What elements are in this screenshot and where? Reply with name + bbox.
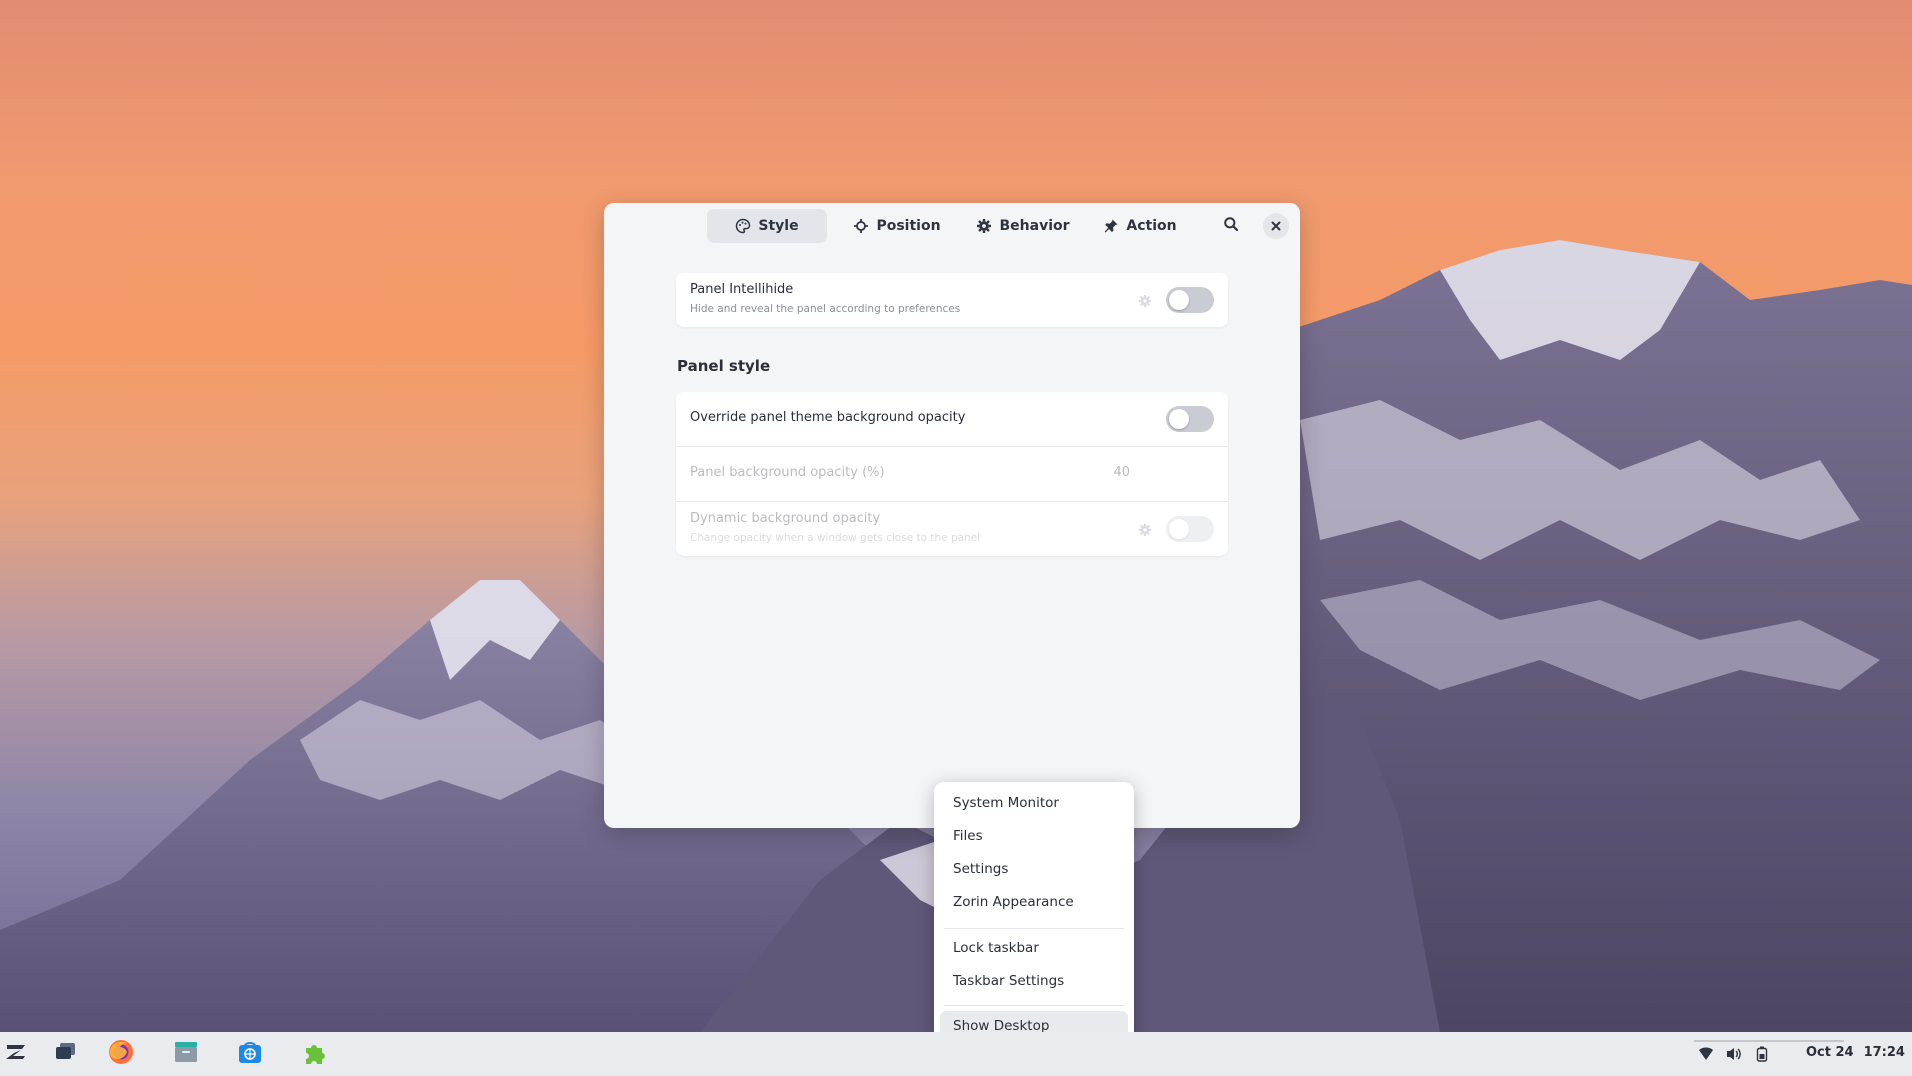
battery-icon[interactable] — [1752, 1044, 1772, 1064]
taskbar: Oct 24 17:24 — [0, 1032, 1912, 1076]
volume-icon[interactable] — [1724, 1044, 1744, 1064]
bg-opacity-row: Panel background opacity (%) 40 — [676, 447, 1228, 502]
firefox-icon — [107, 1038, 135, 1070]
firefox-button[interactable] — [105, 1038, 137, 1070]
taskbar-context-menu: System Monitor Files Settings Zorin Appe… — [934, 782, 1134, 1052]
tab-action[interactable]: Action — [1090, 209, 1190, 243]
workspaces-button[interactable] — [50, 1038, 82, 1070]
extensions-button[interactable] — [298, 1038, 330, 1070]
gear-icon — [976, 218, 992, 234]
files-button[interactable] — [170, 1038, 202, 1070]
menu-item-settings[interactable]: Settings — [940, 854, 1128, 884]
tab-style[interactable]: Style — [707, 209, 827, 243]
tray-indicator-line — [1694, 1040, 1844, 1042]
tab-bar: Style Position Behavior Action — [604, 203, 1300, 247]
intellihide-toggle[interactable] — [1166, 287, 1214, 313]
software-store-button[interactable] — [234, 1038, 266, 1070]
tab-behavior[interactable]: Behavior — [967, 209, 1079, 243]
intellihide-card: Panel Intellihide Hide and reveal the pa… — [676, 273, 1228, 327]
intellihide-subtitle: Hide and reveal the panel according to p… — [690, 303, 961, 315]
menu-item-files[interactable]: Files — [940, 821, 1128, 851]
dynamic-opacity-row: Dynamic background opacity Change opacit… — [676, 502, 1228, 556]
menu-separator — [944, 928, 1124, 929]
close-button[interactable] — [1263, 213, 1289, 239]
toggle-knob — [1169, 519, 1189, 539]
toggle-knob — [1169, 409, 1189, 429]
intellihide-settings-gear-icon[interactable] — [1138, 293, 1152, 308]
clock-date: Oct 24 — [1806, 1045, 1854, 1060]
bg-opacity-value[interactable]: 40 — [1113, 465, 1130, 480]
tab-position[interactable]: Position — [841, 209, 953, 243]
menu-item-taskbar-settings[interactable]: Taskbar Settings — [940, 966, 1128, 996]
zorin-menu-button[interactable] — [0, 1038, 32, 1070]
wifi-icon[interactable] — [1696, 1044, 1716, 1064]
close-icon — [1270, 217, 1282, 236]
tab-action-label: Action — [1126, 218, 1177, 234]
tab-behavior-label: Behavior — [999, 218, 1070, 234]
override-opacity-toggle[interactable] — [1166, 406, 1214, 432]
override-opacity-title: Override panel theme background opacity — [690, 410, 966, 425]
zorin-menu-icon — [3, 1039, 29, 1069]
toggle-knob — [1169, 290, 1189, 310]
clock-time: 17:24 — [1863, 1045, 1905, 1060]
intellihide-title: Panel Intellihide — [690, 282, 794, 297]
bg-opacity-title: Panel background opacity (%) — [690, 465, 885, 480]
dynamic-opacity-subtitle: Change opacity when a window gets close … — [690, 532, 981, 544]
palette-icon — [735, 218, 751, 234]
search-icon — [1223, 216, 1239, 236]
taskbar-settings-dialog: Style Position Behavior Action Panel Int… — [604, 203, 1300, 828]
tab-style-label: Style — [758, 218, 799, 234]
crosshair-icon — [853, 218, 869, 234]
software-store-icon — [236, 1038, 264, 1070]
dynamic-opacity-settings-gear-icon[interactable] — [1138, 522, 1152, 537]
dynamic-opacity-title: Dynamic background opacity — [690, 511, 881, 526]
date-time-clock[interactable]: Oct 24 17:24 — [1806, 1045, 1905, 1060]
tab-position-label: Position — [876, 218, 941, 234]
intellihide-row: Panel Intellihide Hide and reveal the pa… — [676, 273, 1228, 327]
pin-icon — [1103, 218, 1119, 234]
menu-item-lock-taskbar[interactable]: Lock taskbar — [940, 933, 1128, 963]
files-icon — [172, 1038, 200, 1070]
extensions-icon — [300, 1038, 328, 1070]
menu-item-zorin-appearance[interactable]: Zorin Appearance — [940, 887, 1128, 917]
panel-style-heading: Panel style — [677, 357, 771, 375]
override-opacity-row: Override panel theme background opacity — [676, 392, 1228, 447]
menu-item-system-monitor[interactable]: System Monitor — [940, 788, 1128, 818]
menu-separator — [944, 1005, 1124, 1006]
search-button[interactable] — [1218, 213, 1244, 239]
workspaces-icon — [54, 1040, 78, 1068]
dynamic-opacity-toggle[interactable] — [1166, 516, 1214, 542]
panel-style-card: Override panel theme background opacity … — [676, 392, 1228, 556]
